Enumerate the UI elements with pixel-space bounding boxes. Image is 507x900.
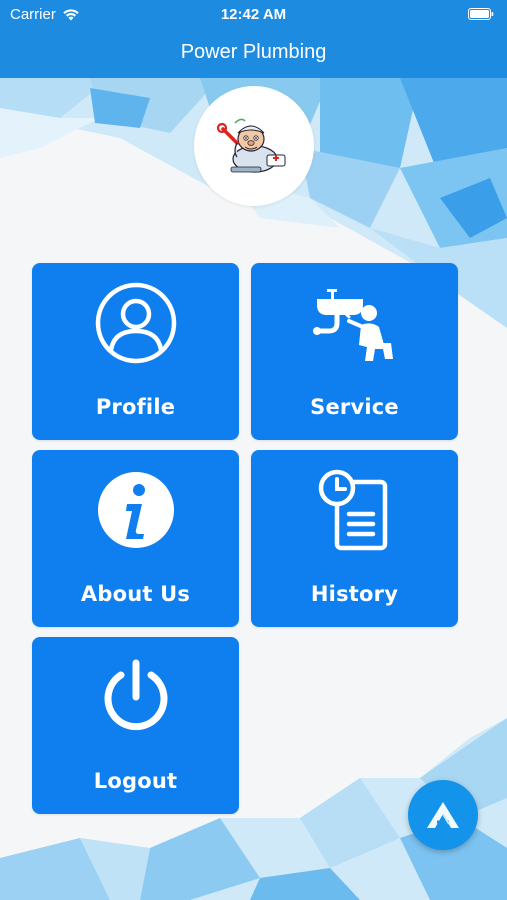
history-tile-icon-wrap <box>251 468 458 552</box>
logout-tile-icon-wrap <box>32 655 239 739</box>
navigation-bar: Power Plumbing <box>0 30 507 78</box>
logout-tile-label: Logout <box>93 769 178 793</box>
profile-tile-icon-wrap <box>32 281 239 365</box>
floating-app-button[interactable] <box>408 780 478 850</box>
plumber-repair-icon <box>312 289 393 361</box>
profile-tile-label: Profile <box>95 395 176 419</box>
logout-tile[interactable]: Logout <box>32 637 239 814</box>
history-tile-label: History <box>310 582 399 606</box>
plumber-mascot-icon <box>216 118 286 173</box>
app-logo <box>194 86 314 206</box>
history-clipboard-icon <box>318 469 387 551</box>
app-logo-icon <box>427 802 459 828</box>
service-tile-icon-wrap <box>251 281 458 365</box>
service-tile[interactable]: Service <box>251 263 458 440</box>
status-time: 12:42 AM <box>220 6 287 23</box>
status-bar: Carrier 12:42 AM <box>0 0 507 30</box>
service-tile-label: Service <box>310 395 399 419</box>
about-us-tile[interactable]: About Us <box>32 450 239 627</box>
profile-tile[interactable]: Profile <box>32 263 239 440</box>
about-us-tile-label: About Us <box>80 582 191 606</box>
info-icon <box>97 472 174 548</box>
power-icon <box>104 659 167 731</box>
about-us-tile-icon-wrap <box>32 468 239 552</box>
app-title: Power Plumbing <box>180 41 327 63</box>
user-circle-icon <box>95 282 176 364</box>
history-tile[interactable]: History <box>251 450 458 627</box>
battery-icon <box>468 8 494 20</box>
